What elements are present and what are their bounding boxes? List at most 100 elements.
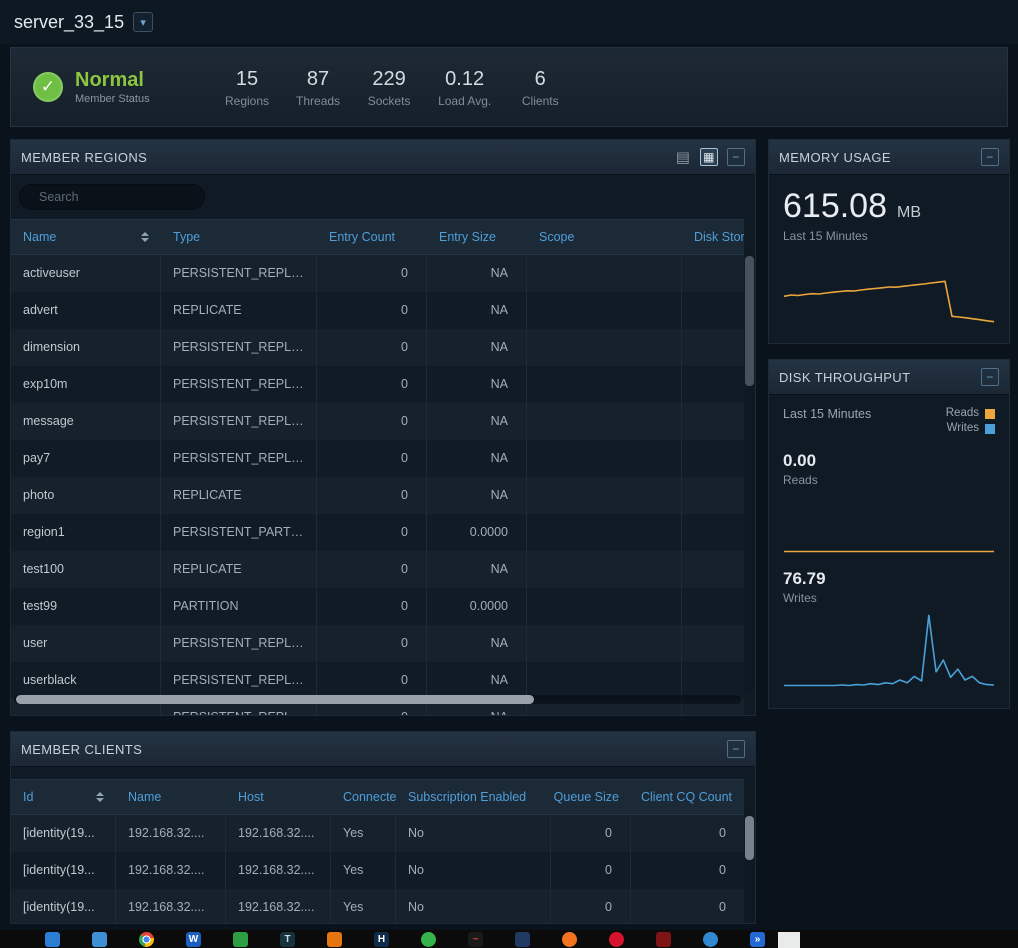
region-entry-size-cell: NA bbox=[427, 255, 527, 292]
regions-searchbox[interactable] bbox=[19, 184, 205, 210]
taskbar-icon-blue-circle-app[interactable] bbox=[703, 932, 718, 947]
collapse-icon[interactable]: − bbox=[727, 148, 745, 166]
taskbar-icon-signature-app[interactable]: ~ bbox=[468, 932, 483, 947]
disk-period: Last 15 Minutes bbox=[783, 407, 871, 421]
collapse-icon[interactable]: − bbox=[981, 368, 999, 386]
table-row[interactable]: pay7 PERSISTENT_REPLIC... 0 NA bbox=[11, 440, 744, 477]
column-header-name[interactable]: Name bbox=[116, 790, 226, 804]
taskbar-icon-webex[interactable] bbox=[421, 932, 436, 947]
region-entry-count-cell: 0 bbox=[317, 366, 427, 403]
search-input[interactable] bbox=[37, 189, 202, 205]
table-row[interactable]: advert REPLICATE 0 NA bbox=[11, 292, 744, 329]
region-entry-size-cell: NA bbox=[427, 329, 527, 366]
reads-legend-swatch bbox=[985, 409, 995, 419]
table-row[interactable]: userblack PERSISTENT_REPLIC... 0 NA bbox=[11, 662, 744, 699]
table-row[interactable]: message PERSISTENT_REPLIC... 0 NA bbox=[11, 403, 744, 440]
taskbar-icon-opera[interactable] bbox=[609, 932, 624, 947]
taskbar-icon-dark-red-app[interactable] bbox=[656, 932, 671, 947]
taskbar-icon-windows-start[interactable] bbox=[45, 932, 60, 947]
disk-throughput-header: DISK THROUGHPUT − bbox=[769, 360, 1009, 395]
regions-horizontal-scrollbar[interactable] bbox=[14, 695, 741, 704]
memory-usage-body: 615.08 MB Last 15 Minutes bbox=[769, 175, 1009, 334]
table-row[interactable]: [identity(19... 192.168.32.... 192.168.3… bbox=[11, 852, 744, 889]
client-subscription-cell: No bbox=[396, 889, 551, 924]
column-header-scope[interactable]: Scope bbox=[527, 230, 682, 244]
region-entry-size-cell: NA bbox=[427, 477, 527, 514]
metric-threads: 87Threads bbox=[296, 67, 340, 108]
column-header-client-cq-count[interactable]: Client CQ Count bbox=[631, 790, 744, 804]
column-header-subscription-enabled[interactable]: Subscription Enabled bbox=[396, 790, 551, 804]
column-header-queue-size[interactable]: Queue Size bbox=[551, 790, 631, 804]
region-entry-size-cell: NA bbox=[427, 292, 527, 329]
collapse-icon[interactable]: − bbox=[981, 148, 999, 166]
table-row[interactable]: region1 PERSISTENT_PARTIT... 0 0.0000 bbox=[11, 514, 744, 551]
region-entry-size-cell: NA bbox=[427, 366, 527, 403]
table-row[interactable]: activeuser PERSISTENT_REPLIC... 0 NA bbox=[11, 255, 744, 292]
client-name-cell: 192.168.32.... bbox=[116, 889, 226, 924]
taskbar-icon-arrow-app[interactable]: » bbox=[750, 932, 765, 947]
region-type-cell: PERSISTENT_REPLIC... bbox=[161, 440, 317, 477]
region-disk-store-cell bbox=[682, 440, 744, 477]
column-header-entry-count[interactable]: Entry Count bbox=[317, 230, 427, 244]
taskbar-icon-orange-app[interactable] bbox=[327, 932, 342, 947]
table-row[interactable]: [identity(19... 192.168.32.... 192.168.3… bbox=[11, 815, 744, 852]
chart-view-icon[interactable]: ▤ bbox=[675, 149, 691, 165]
client-queue-size-cell: 0 bbox=[551, 852, 631, 889]
clients-vertical-scrollbar[interactable] bbox=[745, 814, 754, 920]
region-type-cell: REPLICATE bbox=[161, 292, 317, 329]
taskbar-icon-terminal[interactable]: T bbox=[280, 932, 295, 947]
column-header-connected[interactable]: Connected bbox=[331, 790, 396, 804]
legend-writes-label: Writes bbox=[947, 422, 979, 435]
region-scope-cell bbox=[527, 440, 682, 477]
table-row[interactable]: user PERSISTENT_REPLIC... 0 NA bbox=[11, 625, 744, 662]
taskbar-icon-chrome[interactable] bbox=[139, 932, 154, 947]
taskbar-icon-orange-circle-app[interactable] bbox=[562, 932, 577, 947]
region-disk-store-cell bbox=[682, 366, 744, 403]
region-entry-size-cell: NA bbox=[427, 662, 527, 699]
client-subscription-cell: No bbox=[396, 852, 551, 889]
table-row[interactable]: test100 REPLICATE 0 NA bbox=[11, 551, 744, 588]
taskbar-icon-navy-app[interactable] bbox=[515, 932, 530, 947]
metric-label: Threads bbox=[296, 94, 340, 108]
server-dropdown-button[interactable]: ▾ bbox=[133, 12, 153, 32]
taskbar-icon-word[interactable]: W bbox=[186, 932, 201, 947]
sort-icons[interactable] bbox=[141, 232, 149, 242]
left-column: MEMBER REGIONS ▤ ▦ − bbox=[10, 139, 756, 924]
column-header-name[interactable]: Name bbox=[11, 230, 161, 244]
sort-icons[interactable] bbox=[96, 792, 104, 802]
region-scope-cell bbox=[527, 366, 682, 403]
taskbar-icon-excel[interactable] bbox=[233, 932, 248, 947]
taskbar-icon-explorer[interactable] bbox=[92, 932, 107, 947]
taskbar-icons: W T H ~ » bbox=[0, 930, 1018, 948]
region-entry-size-cell: 0.0000 bbox=[427, 588, 527, 625]
table-row[interactable]: photo REPLICATE 0 NA bbox=[11, 477, 744, 514]
metric-value: 6 bbox=[518, 67, 562, 91]
disk-writes-chart bbox=[783, 611, 995, 687]
memory-usage-title: MEMORY USAGE bbox=[779, 150, 891, 165]
os-taskbar: W T H ~ » bbox=[0, 930, 1018, 948]
region-entry-count-cell: 0 bbox=[317, 477, 427, 514]
metric-label: Sockets bbox=[367, 94, 411, 108]
column-header-id[interactable]: Id bbox=[11, 790, 116, 804]
column-header-host[interactable]: Host bbox=[226, 790, 331, 804]
region-name-cell: photo bbox=[11, 477, 161, 514]
collapse-icon[interactable]: − bbox=[727, 740, 745, 758]
grid-view-icon[interactable]: ▦ bbox=[700, 148, 718, 166]
column-header-disk-store[interactable]: Disk Store bbox=[682, 230, 744, 244]
scrollbar-thumb[interactable] bbox=[16, 695, 534, 704]
table-row[interactable]: [identity(19... 192.168.32.... 192.168.3… bbox=[11, 889, 744, 924]
member-clients-panel: MEMBER CLIENTS − Id Name Host Connect bbox=[10, 731, 756, 924]
region-type-cell: REPLICATE bbox=[161, 477, 317, 514]
table-row[interactable]: test99 PARTITION 0 0.0000 bbox=[11, 588, 744, 625]
regions-vertical-scrollbar[interactable] bbox=[745, 254, 754, 691]
taskbar-icon-hipchat[interactable]: H bbox=[374, 932, 389, 947]
column-header-entry-size[interactable]: Entry Size bbox=[427, 230, 527, 244]
region-entry-count-cell: 0 bbox=[317, 329, 427, 366]
disk-throughput-title: DISK THROUGHPUT bbox=[779, 370, 910, 385]
column-header-type[interactable]: Type bbox=[161, 230, 317, 244]
region-name-cell: user bbox=[11, 625, 161, 662]
table-row[interactable]: dimension PERSISTENT_REPLIC... 0 NA bbox=[11, 329, 744, 366]
client-id-cell: [identity(19... bbox=[11, 852, 116, 889]
client-id-cell: [identity(19... bbox=[11, 815, 116, 852]
table-row[interactable]: exp10m PERSISTENT_REPLIC... 0 NA bbox=[11, 366, 744, 403]
